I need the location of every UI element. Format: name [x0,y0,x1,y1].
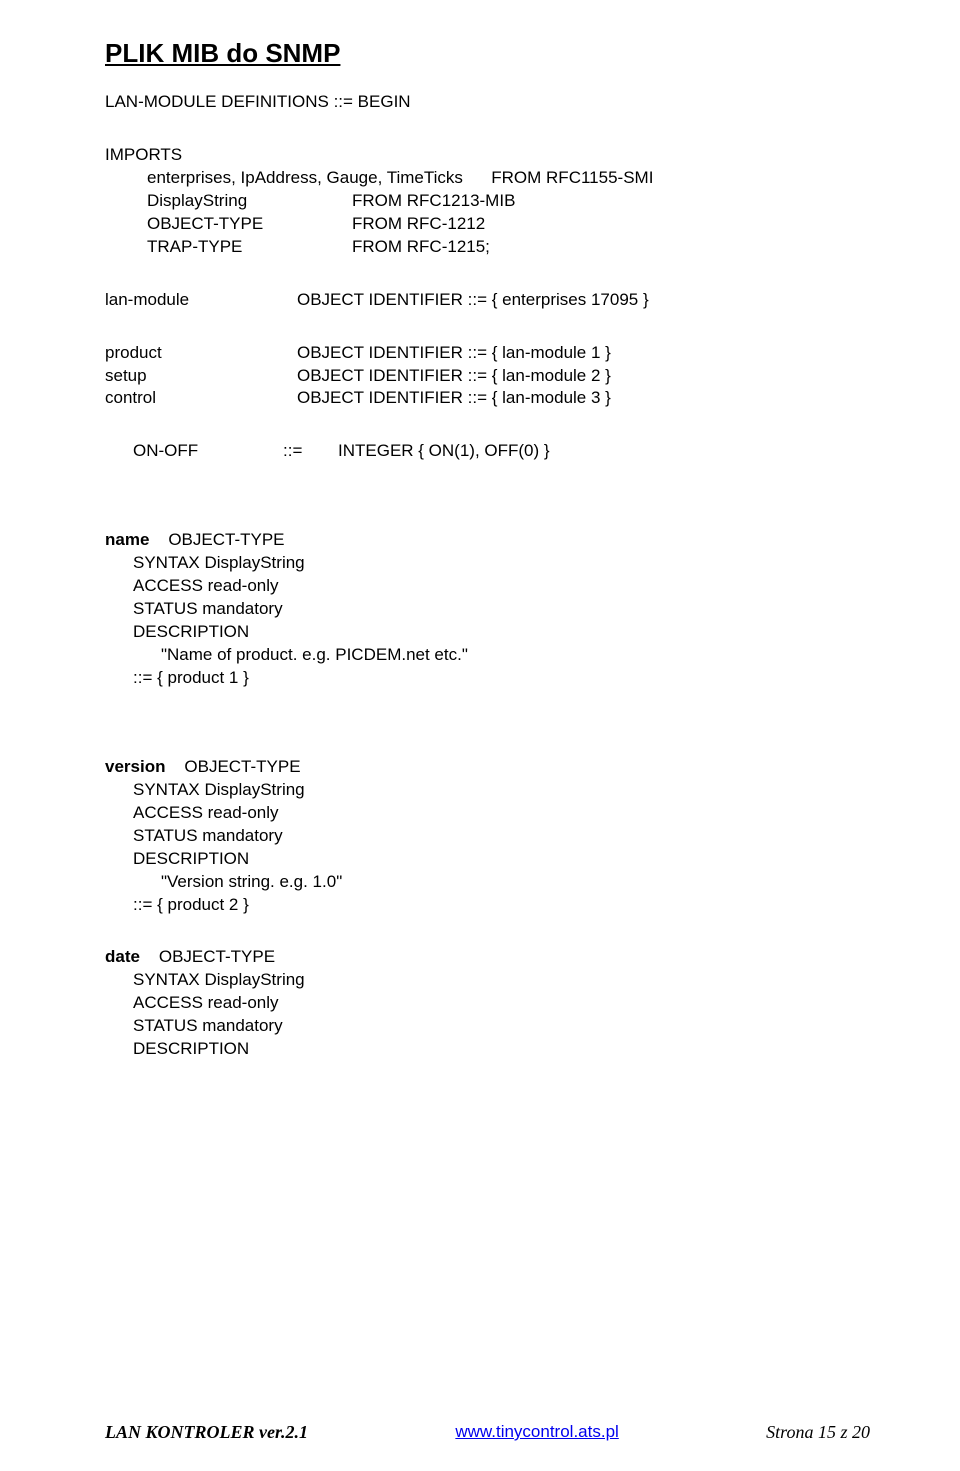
version-status: STATUS mandatory [133,825,870,848]
imports-enterprises: enterprises, IpAddress, Gauge, TimeTicks… [147,167,870,190]
name-status: STATUS mandatory [133,598,870,621]
date-status: STATUS mandatory [133,1015,870,1038]
imports-traptype: TRAP-TYPE [147,236,352,259]
version-assign: ::= { product 2 } [133,894,870,917]
name-syntax: SYNTAX DisplayString [133,552,870,575]
name-object-header: name OBJECT-TYPE [105,529,870,552]
imports-traptype-row: TRAP-TYPE FROM RFC-1215; [147,236,870,259]
imports-displaystring: DisplayString [147,190,352,213]
name-assign: ::= { product 1 } [133,667,870,690]
name-description-label: DESCRIPTION [133,621,870,644]
definitions-line: LAN-MODULE DEFINITIONS ::= BEGIN [105,91,870,114]
imports-objecttype-row: OBJECT-TYPE FROM RFC-1212 [147,213,870,236]
setup-id-def: OBJECT IDENTIFIER ::= { lan-module 2 } [297,365,870,388]
imports-displaystring-row: DisplayString FROM RFC1213-MIB [147,190,870,213]
lan-module-name: lan-module [105,289,297,312]
control-id-row: control OBJECT IDENTIFIER ::= { lan-modu… [105,387,870,410]
setup-id-row: setup OBJECT IDENTIFIER ::= { lan-module… [105,365,870,388]
footer-page-number: Strona 15 z 20 [766,1422,870,1443]
lan-module-row: lan-module OBJECT IDENTIFIER ::= { enter… [105,289,870,312]
control-id-def: OBJECT IDENTIFIER ::= { lan-module 3 } [297,387,870,410]
imports-objecttype-from: FROM RFC-1212 [352,213,870,236]
product-id-row: product OBJECT IDENTIFIER ::= { lan-modu… [105,342,870,365]
setup-id-name: setup [105,365,297,388]
date-object-header: date OBJECT-TYPE [105,946,870,969]
imports-label: IMPORTS [105,144,870,167]
product-id-def: OBJECT IDENTIFIER ::= { lan-module 1 } [297,342,870,365]
name-description-text: "Name of product. e.g. PICDEM.net etc." [133,644,870,667]
version-description-label: DESCRIPTION [133,848,870,871]
version-syntax: SYNTAX DisplayString [133,779,870,802]
imports-enterprises-list: enterprises, IpAddress, Gauge, TimeTicks [147,168,463,187]
imports-displaystring-from: FROM RFC1213-MIB [352,190,870,213]
version-object-header: version OBJECT-TYPE [105,756,870,779]
imports-traptype-from: FROM RFC-1215; [352,236,870,259]
imports-objecttype: OBJECT-TYPE [147,213,352,236]
on-off-row: ON-OFF ::= INTEGER { ON(1), OFF(0) } [133,440,870,463]
footer-left: LAN KONTROLER ver.2.1 [105,1422,308,1443]
product-id-name: product [105,342,297,365]
on-off-def: INTEGER { ON(1), OFF(0) } [338,440,870,463]
version-description-text: "Version string. e.g. 1.0" [133,871,870,894]
document-page: PLIK MIB do SNMP LAN-MODULE DEFINITIONS … [0,0,960,1471]
on-off-op: ::= [283,440,338,463]
on-off-name: ON-OFF [133,440,283,463]
date-description-label: DESCRIPTION [133,1038,870,1061]
date-access: ACCESS read-only [133,992,870,1015]
imports-enterprises-from: FROM RFC1155-SMI [491,168,653,187]
date-syntax: SYNTAX DisplayString [133,969,870,992]
name-access: ACCESS read-only [133,575,870,598]
version-access: ACCESS read-only [133,802,870,825]
footer-link[interactable]: www.tinycontrol.ats.pl [455,1422,618,1443]
page-footer: LAN KONTROLER ver.2.1 www.tinycontrol.at… [0,1422,960,1443]
control-id-name: control [105,387,297,410]
lan-module-def: OBJECT IDENTIFIER ::= { enterprises 1709… [297,289,870,312]
page-title: PLIK MIB do SNMP [105,38,870,69]
